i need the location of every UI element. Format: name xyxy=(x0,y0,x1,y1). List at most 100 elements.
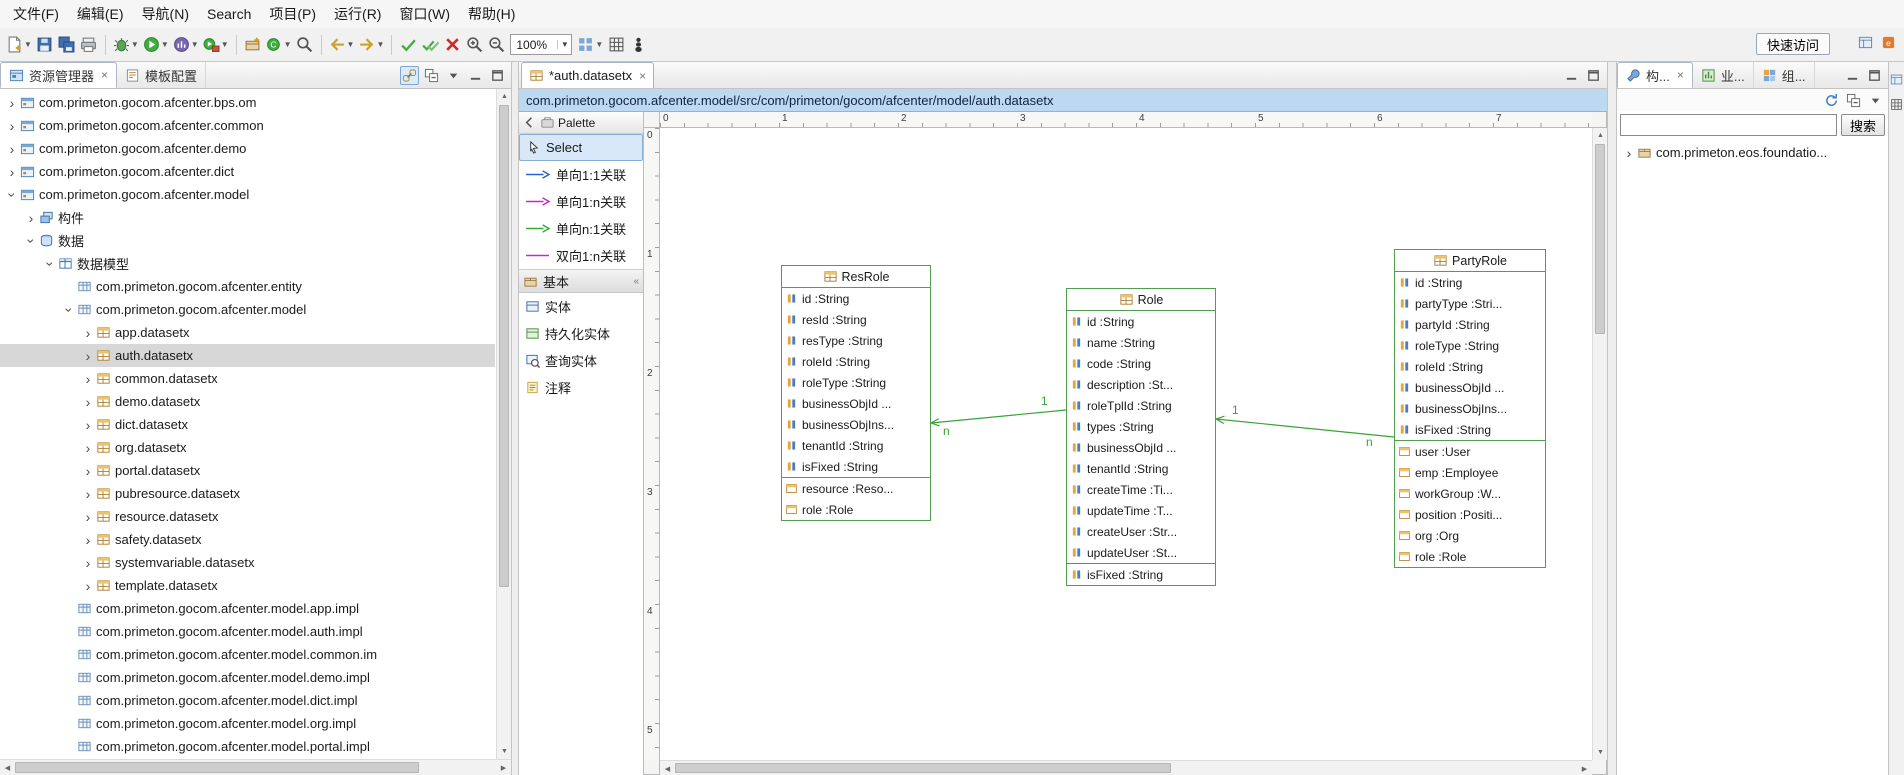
entity-reference-row[interactable]: position :Positi... xyxy=(1395,504,1545,525)
entity-attribute-row[interactable]: id :String xyxy=(1395,272,1545,293)
tree-row[interactable]: com.primeton.gocom.afcenter.model.common… xyxy=(0,643,495,666)
palette-item-2[interactable]: 查询实体 xyxy=(519,347,643,374)
menu-item-5[interactable]: 运行(R) xyxy=(325,0,390,28)
entity-reference-row[interactable]: resource :Reso... xyxy=(782,478,930,499)
cancel-button[interactable] xyxy=(441,33,463,57)
palette-item-1[interactable]: 持久化实体 xyxy=(519,320,643,347)
twisty-icon[interactable]: › xyxy=(80,395,96,409)
entity-attribute-row[interactable]: code :String xyxy=(1067,353,1215,374)
save-all-button[interactable] xyxy=(56,33,78,57)
view-menu-button[interactable] xyxy=(444,66,463,85)
menu-item-3[interactable]: Search xyxy=(198,2,260,26)
open-perspective-button[interactable] xyxy=(1856,33,1875,52)
entity-attribute-row[interactable]: updateTime :T... xyxy=(1067,500,1215,521)
twisty-icon[interactable]: › xyxy=(80,349,96,363)
tree-row[interactable]: ›构件 xyxy=(0,206,495,229)
entity-attribute-row[interactable]: businessObjIns... xyxy=(782,414,930,435)
twisty-icon[interactable]: › xyxy=(80,487,96,501)
entity-attribute-row[interactable]: description :St... xyxy=(1067,374,1215,395)
twisty-icon[interactable]: › xyxy=(80,326,96,340)
explorer-vertical-scrollbar[interactable]: ▲ ▼ xyxy=(496,89,511,759)
minimized-view-1-button[interactable] xyxy=(1887,70,1904,89)
entity-attribute-row[interactable]: businessObjId ... xyxy=(782,393,930,414)
palette-association-2[interactable]: 单向n:1关联 xyxy=(519,215,643,242)
explorer-vscroll-thumb[interactable] xyxy=(499,105,509,587)
dropdown-arrow-icon[interactable]: ▼ xyxy=(376,40,384,49)
tree-row[interactable]: ›com.primeton.gocom.afcenter.common xyxy=(0,114,495,137)
search-input[interactable] xyxy=(1620,114,1837,136)
minimized-view-2-button[interactable] xyxy=(1887,95,1904,114)
dropdown-arrow-icon[interactable]: ▼ xyxy=(347,40,355,49)
dropdown-arrow-icon[interactable]: ▼ xyxy=(131,40,139,49)
entity-attribute-row[interactable]: businessObjId ... xyxy=(1067,437,1215,458)
canvas-vscroll-thumb[interactable] xyxy=(1595,144,1605,334)
entity-attribute-row[interactable]: id :String xyxy=(782,288,930,309)
tree-row[interactable]: ›com.primeton.gocom.afcenter.demo xyxy=(0,137,495,160)
tree-row[interactable]: ›数据 xyxy=(0,229,495,252)
external-tools-button[interactable]: ▼ xyxy=(201,33,231,57)
zoom-level-select[interactable]: 100%▼ xyxy=(510,34,572,55)
canvas-scroll-left-icon[interactable]: ◀ xyxy=(660,761,675,775)
entity-reference-row[interactable]: org :Org xyxy=(1395,525,1545,546)
tree-row[interactable]: ›com.primeton.gocom.afcenter.model xyxy=(0,183,495,206)
maximize-button[interactable] xyxy=(1584,66,1603,85)
zoom-out-button[interactable] xyxy=(485,33,507,57)
canvas-vertical-scrollbar[interactable]: ▲ ▼ xyxy=(1592,128,1607,760)
tree-row[interactable]: ›auth.datasetx xyxy=(0,344,495,367)
entity-PartyRole[interactable]: PartyRoleid :StringpartyType :Stri...par… xyxy=(1394,249,1546,568)
tab-模板配置[interactable]: 模板配置 xyxy=(117,62,206,88)
tree-row[interactable]: ›safety.datasetx xyxy=(0,528,495,551)
entity-attribute-row[interactable]: isFixed :String xyxy=(1395,419,1545,440)
canvas-hscroll-thumb[interactable] xyxy=(675,763,1171,773)
entity-attribute-row[interactable]: name :String xyxy=(1067,332,1215,353)
tree-row[interactable]: ›com.primeton.gocom.afcenter.bps.om xyxy=(0,91,495,114)
right-panel-tree[interactable]: ›com.primeton.eos.foundatio... xyxy=(1617,141,1888,775)
arrow-left-sm-icon[interactable] xyxy=(522,115,537,130)
entity-attribute-row[interactable]: roleType :String xyxy=(1395,335,1545,356)
tree-row[interactable]: ›org.datasetx xyxy=(0,436,495,459)
tree-row[interactable]: ›app.datasetx xyxy=(0,321,495,344)
tree-row[interactable]: ›resource.datasetx xyxy=(0,505,495,528)
scroll-left-icon[interactable]: ◀ xyxy=(0,760,15,775)
palette-item-3[interactable]: 注释 xyxy=(519,374,643,401)
entity-attribute-row[interactable]: roleId :String xyxy=(782,351,930,372)
entity-attribute-row[interactable]: businessObjIns... xyxy=(1395,398,1545,419)
entity-reference-row[interactable]: role :Role xyxy=(782,499,930,520)
twisty-icon[interactable]: › xyxy=(80,579,96,593)
explorer-hscroll-thumb[interactable] xyxy=(15,762,419,773)
entity-attribute-row[interactable]: updateUser :St... xyxy=(1067,542,1215,563)
entity-attribute-row[interactable]: resId :String xyxy=(782,309,930,330)
explorer-tree[interactable]: ›com.primeton.gocom.afcenter.bps.om›com.… xyxy=(0,91,495,759)
tree-row[interactable]: com.primeton.gocom.afcenter.model.dict.i… xyxy=(0,689,495,712)
twisty-icon[interactable]: › xyxy=(4,188,20,202)
minimize-button[interactable] xyxy=(1562,66,1581,85)
close-icon[interactable]: × xyxy=(101,68,108,82)
twisty-icon[interactable]: › xyxy=(80,556,96,570)
tree-row[interactable]: ›systemvariable.datasetx xyxy=(0,551,495,574)
menu-item-7[interactable]: 帮助(H) xyxy=(459,0,524,28)
menu-item-6[interactable]: 窗口(W) xyxy=(390,0,459,28)
twisty-icon[interactable]: › xyxy=(4,142,20,156)
tab-业-[interactable]: 业... xyxy=(1693,62,1754,88)
dropdown-arrow-icon[interactable]: ▼ xyxy=(284,40,292,49)
entity-reference-row[interactable]: role :Role xyxy=(1395,546,1545,567)
entity-attribute-row[interactable]: roleId :String xyxy=(1395,356,1545,377)
palette-item-0[interactable]: 实体 xyxy=(519,293,643,320)
pin-icon[interactable]: « xyxy=(633,276,639,287)
save-button[interactable] xyxy=(34,33,56,57)
quick-access-button[interactable]: 快速访问 xyxy=(1756,33,1830,55)
entity-attribute-row[interactable]: partyType :Stri... xyxy=(1395,293,1545,314)
tree-row[interactable]: ›portal.datasetx xyxy=(0,459,495,482)
entity-attribute-row[interactable]: resType :String xyxy=(782,330,930,351)
entity-attribute-row[interactable]: roleTplId :String xyxy=(1067,395,1215,416)
tab-构-[interactable]: 构...× xyxy=(1617,62,1693,88)
tree-row[interactable]: com.primeton.gocom.afcenter.model.auth.i… xyxy=(0,620,495,643)
minimize-button[interactable] xyxy=(1843,66,1862,85)
ant-button[interactable] xyxy=(627,33,649,57)
close-icon[interactable]: × xyxy=(639,69,646,83)
tree-row[interactable]: com.primeton.gocom.afcenter.model.portal… xyxy=(0,735,495,758)
search-button[interactable] xyxy=(294,33,316,57)
tree-row[interactable]: ›dict.datasetx xyxy=(0,413,495,436)
tab-资源管理器[interactable]: 资源管理器× xyxy=(0,62,117,88)
entity-attribute-row[interactable]: isFixed :String xyxy=(1067,564,1215,585)
